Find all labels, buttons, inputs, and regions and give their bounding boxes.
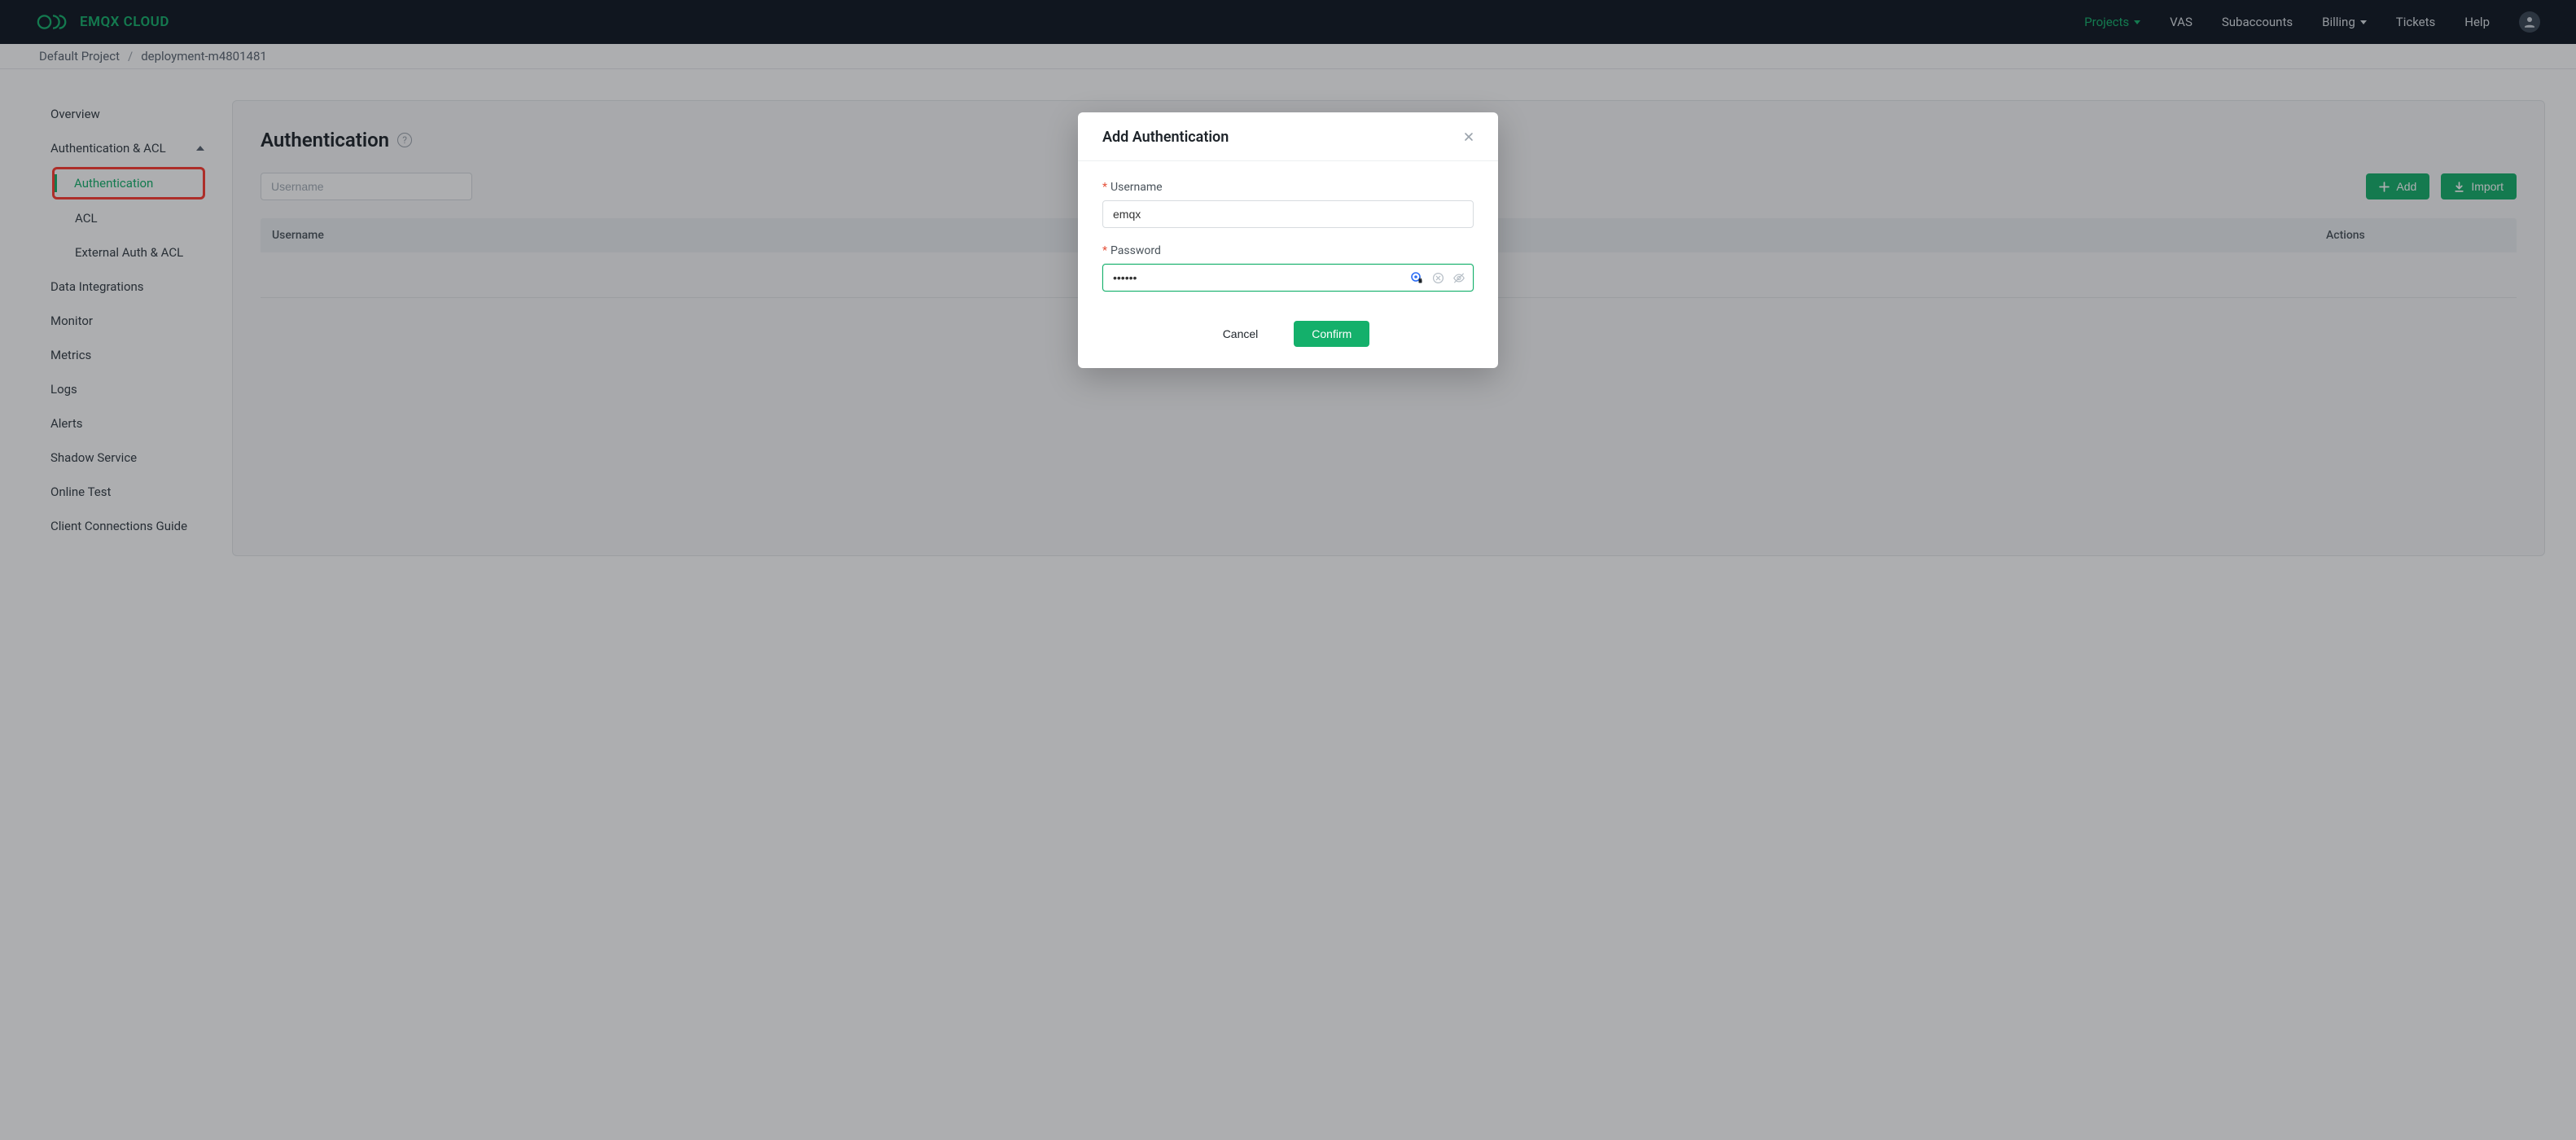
- clear-icon[interactable]: [1431, 271, 1444, 284]
- cancel-button[interactable]: Cancel: [1207, 321, 1275, 347]
- confirm-button[interactable]: Confirm: [1294, 321, 1369, 347]
- eye-hidden-icon[interactable]: [1452, 271, 1465, 284]
- password-manager-icon[interactable]: [1410, 271, 1423, 284]
- required-asterisk: *: [1102, 181, 1107, 194]
- password-adornments: [1410, 264, 1465, 292]
- username-label-row: * Username: [1102, 181, 1474, 194]
- username-label: Username: [1111, 181, 1163, 194]
- username-field[interactable]: [1102, 200, 1474, 228]
- modal-title: Add Authentication: [1102, 129, 1229, 146]
- close-icon[interactable]: [1464, 129, 1474, 145]
- password-label: Password: [1111, 244, 1161, 257]
- modal-add-authentication: Add Authentication * Username * Password: [1078, 112, 1498, 368]
- modal-overlay[interactable]: Add Authentication * Username * Password: [0, 0, 2576, 1140]
- password-label-row: * Password: [1102, 244, 1474, 257]
- required-asterisk: *: [1102, 244, 1107, 257]
